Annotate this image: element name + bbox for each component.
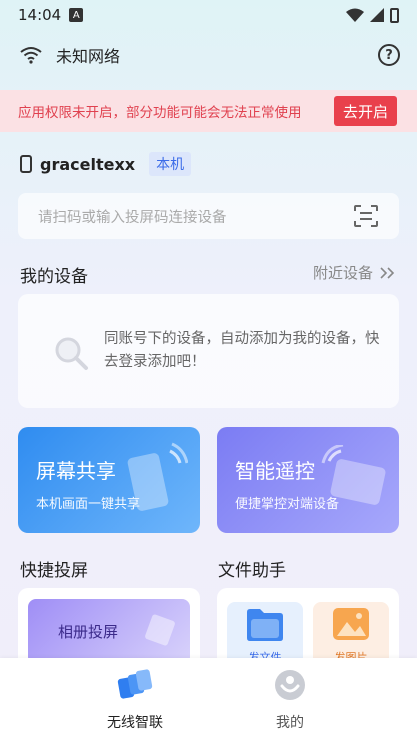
smart-remote-title: 智能遥控 [235,459,315,483]
screen-share-title: 屏幕共享 [36,459,116,483]
nav-home-tab[interactable]: 无线智联 [75,668,195,732]
permission-text: 应用权限未开启，部分功能可能会无法正常使用 [18,105,302,121]
enable-permission-button[interactable]: 去开启 [333,96,397,126]
album-icon [145,614,175,646]
nearby-devices-link[interactable]: 附近设备 [313,262,395,283]
nearby-devices-label: 附近设备 [312,264,373,282]
nav-mine-tab[interactable]: 我的 [230,668,350,732]
screen-share-card[interactable]: 屏幕共享 本机画面一键共享 [18,427,200,533]
file-assistant-card: 发文件 发图片 [217,588,399,668]
connect-code-input[interactable]: 请扫码或输入投屏码连接设备 [18,193,399,239]
network-row[interactable]: 未知网络 ? [20,40,400,70]
scan-icon[interactable] [353,204,379,228]
local-device-row: graceltexx 本机 [20,152,192,176]
album-cast-button[interactable]: 相册投屏 [28,599,190,665]
smart-remote-card[interactable]: 智能遥控 便捷掌控对端设备 [217,427,399,533]
my-devices-empty-card: 同账号下的设备，自动添加为我的设备，快去登录添加吧！ [18,294,399,408]
bottom-nav: 无线智联 我的 [0,658,417,741]
connect-code-placeholder: 请扫码或输入投屏码连接设备 [38,209,227,226]
help-icon[interactable]: ? [378,44,400,66]
image-icon [333,608,369,640]
magnifier-icon [55,337,88,370]
status-bar: 14:04 A [0,0,417,30]
screen-share-subtitle: 本机画面一键共享 [36,497,141,512]
nav-home-label: 无线智联 [107,715,163,731]
wifi-status-icon [346,8,364,22]
network-label: 未知网络 [56,47,121,66]
phone-icon [20,155,32,173]
profile-icon [275,670,305,700]
nav-mine-label: 我的 [276,715,304,731]
local-device-badge: 本机 [149,152,192,176]
status-time: 14:04 [18,6,62,24]
quick-cast-title: 快捷投屏 [20,561,88,581]
battery-icon [390,7,399,23]
wifi-icon [20,47,42,64]
my-devices-title: 我的设备 [20,267,88,287]
notification-a-icon: A [69,8,84,22]
wireless-link-icon [117,669,153,699]
album-cast-label: 相册投屏 [58,623,119,641]
smart-remote-subtitle: 便捷掌控对端设备 [235,497,340,512]
permission-banner: 应用权限未开启，部分功能可能会无法正常使用 去开启 [0,90,417,132]
device-name: graceltexx [40,154,136,174]
file-assistant-title: 文件助手 [218,561,286,581]
folder-icon [247,609,283,641]
signal-icon [370,8,384,22]
empty-devices-message: 同账号下的设备，自动添加为我的设备，快去登录添加吧！ [104,331,380,370]
quick-cast-card: 相册投屏 [18,588,200,668]
double-chevron-right-icon [380,266,395,279]
